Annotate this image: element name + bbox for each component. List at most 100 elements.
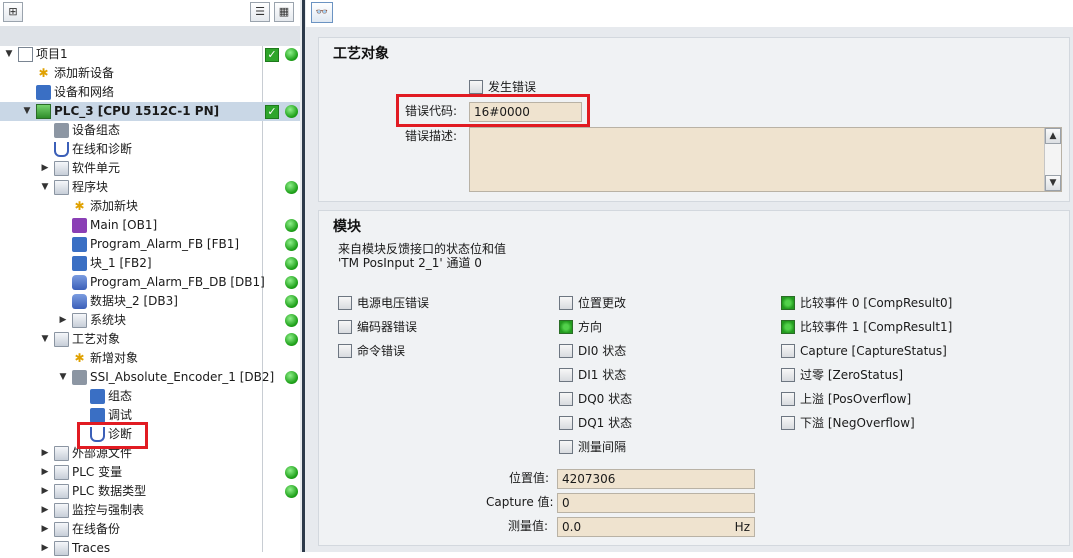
scroll-down-icon[interactable]: ▼ bbox=[1045, 175, 1061, 191]
tree-item[interactable]: ✱ 添加新块 bbox=[0, 197, 300, 216]
expand-arrow-icon[interactable]: ▶ bbox=[40, 504, 50, 516]
error-description-scrollbar[interactable]: ▲ ▼ bbox=[1044, 128, 1061, 191]
glasses-icon[interactable]: 👓 bbox=[311, 2, 333, 23]
status-label: 测量间隔 bbox=[578, 440, 627, 454]
tree-item[interactable]: 设备组态 bbox=[0, 121, 300, 140]
online-status-icon bbox=[285, 333, 298, 346]
tree-item[interactable]: ▶ PLC 数据类型 bbox=[0, 482, 300, 501]
tree-item[interactable]: Main [OB1] bbox=[0, 216, 300, 235]
expand-arrow-icon[interactable]: ▶ bbox=[40, 485, 50, 497]
status-label: 命令错误 bbox=[357, 344, 406, 358]
tree-item[interactable]: 调试 bbox=[0, 406, 300, 425]
status-label: 位置更改 bbox=[578, 296, 627, 310]
tree-item[interactable]: 在线和诊断 bbox=[0, 140, 300, 159]
scroll-up-icon[interactable]: ▲ bbox=[1045, 128, 1061, 144]
error-desc-label: 错误描述: bbox=[405, 129, 458, 143]
table-view-icon[interactable]: ▦ bbox=[274, 2, 294, 22]
tree-item-label: 块_1 [FB2] bbox=[90, 256, 152, 270]
tree-item[interactable]: ✱ 添加新设备 bbox=[0, 64, 300, 83]
expand-arrow-icon[interactable]: ▶ bbox=[40, 523, 50, 535]
tree-item[interactable]: ▼ 工艺对象 bbox=[0, 330, 300, 349]
folder-icon bbox=[54, 446, 69, 461]
tree-item[interactable]: ▼ PLC_3 [CPU 1512C-1 PN] ✓ bbox=[0, 102, 300, 121]
online-status-icon bbox=[285, 485, 298, 498]
measure-value-label: 测量值: bbox=[508, 519, 549, 533]
status-label: DI0 状态 bbox=[578, 344, 627, 358]
tree-item[interactable]: Program_Alarm_FB_DB [DB1] bbox=[0, 273, 300, 292]
project-view-icon[interactable]: ⊞ bbox=[3, 2, 23, 22]
expand-arrow-icon[interactable]: ▶ bbox=[40, 447, 50, 459]
tree-item-label: PLC 变量 bbox=[72, 465, 123, 479]
expand-arrow-icon[interactable]: ▶ bbox=[40, 162, 50, 174]
tree-item[interactable]: ▼ SSI_Absolute_Encoder_1 [DB2] bbox=[0, 368, 300, 387]
error-occurred-checkbox[interactable] bbox=[469, 80, 483, 94]
status-indicator bbox=[559, 368, 573, 382]
tree-item-label: Traces bbox=[72, 541, 111, 555]
plc-tags-icon bbox=[54, 465, 69, 480]
tree-item-label: Main [OB1] bbox=[90, 218, 158, 232]
tree-item[interactable]: ▼ 项目1 ✓ bbox=[0, 45, 300, 64]
tree-item[interactable]: 诊断 bbox=[0, 425, 300, 444]
status-label: 比较事件 1 [CompResult1] bbox=[800, 320, 953, 334]
tree-item[interactable]: 块_1 [FB2] bbox=[0, 254, 300, 273]
expand-arrow-icon[interactable]: ▶ bbox=[40, 542, 50, 554]
capture-value-field[interactable]: 0 bbox=[557, 493, 755, 513]
measure-value: 0.0 bbox=[562, 520, 582, 534]
error-description-field[interactable] bbox=[469, 127, 1062, 192]
project-icon bbox=[18, 47, 33, 62]
tree-item-label: PLC_3 [CPU 1512C-1 PN] bbox=[54, 104, 220, 118]
status-label: 编码器错误 bbox=[357, 320, 418, 334]
tree-item-label: 添加新块 bbox=[90, 199, 139, 213]
online-backup-icon bbox=[54, 522, 69, 537]
status-indicator bbox=[338, 320, 352, 334]
tree-item[interactable]: 设备和网络 bbox=[0, 83, 300, 102]
tree-item[interactable]: ▶ 外部源文件 bbox=[0, 444, 300, 463]
position-value-field[interactable]: 4207306 bbox=[557, 469, 755, 489]
online-status-icon bbox=[285, 105, 298, 118]
expand-arrow-icon[interactable]: ▶ bbox=[58, 314, 68, 326]
tree-item[interactable]: ▶ 系统块 bbox=[0, 311, 300, 330]
status-indicator bbox=[781, 416, 795, 430]
online-status-icon bbox=[285, 219, 298, 232]
error-code-highlight-box bbox=[396, 94, 590, 127]
status-label: 方向 bbox=[578, 320, 603, 334]
tree-item[interactable]: 组态 bbox=[0, 387, 300, 406]
tree-item-label: 程序块 bbox=[72, 180, 109, 194]
tree-item[interactable]: ▶ 在线备份 bbox=[0, 520, 300, 539]
tree-item-label: 系统块 bbox=[90, 313, 127, 327]
collapse-arrow-icon[interactable]: ▼ bbox=[22, 105, 32, 117]
tree-item[interactable]: ▼ 程序块 bbox=[0, 178, 300, 197]
status-indicator bbox=[559, 440, 573, 454]
tree-item[interactable]: ▶ Traces bbox=[0, 539, 300, 558]
tree-item-label: 组态 bbox=[108, 389, 133, 403]
online-status-icon bbox=[285, 371, 298, 384]
tree-item-label: 设备组态 bbox=[72, 123, 121, 137]
tree-item[interactable]: ✱ 新增对象 bbox=[0, 349, 300, 368]
error-occurred-label: 发生错误 bbox=[488, 80, 537, 94]
diagnostics-highlight-box bbox=[77, 422, 148, 449]
consistent-check-icon: ✓ bbox=[265, 48, 279, 62]
module-description: 来自模块反馈接口的状态位和值 bbox=[338, 242, 507, 256]
status-indicator bbox=[781, 392, 795, 406]
add-block-icon: ✱ bbox=[74, 199, 85, 213]
tree-item[interactable]: ▶ 软件单元 bbox=[0, 159, 300, 178]
expand-arrow-icon[interactable]: ▶ bbox=[40, 466, 50, 478]
measure-unit: Hz bbox=[734, 520, 750, 534]
tree-item-label: 数据块_2 [DB3] bbox=[90, 294, 178, 308]
status-indicator bbox=[781, 368, 795, 382]
folder-icon bbox=[54, 180, 69, 195]
collapse-arrow-icon[interactable]: ▼ bbox=[4, 48, 14, 60]
status-label: 电源电压错误 bbox=[357, 296, 430, 310]
collapse-arrow-icon[interactable]: ▼ bbox=[40, 333, 50, 345]
tree-item[interactable]: ▶ 监控与强制表 bbox=[0, 501, 300, 520]
collapse-arrow-icon[interactable]: ▼ bbox=[58, 371, 68, 383]
measure-value-field[interactable]: 0.0 Hz bbox=[557, 517, 755, 537]
list-view-icon[interactable]: ☰ bbox=[250, 2, 270, 22]
status-indicator bbox=[338, 344, 352, 358]
network-icon bbox=[36, 85, 51, 100]
consistent-check-icon: ✓ bbox=[265, 105, 279, 119]
collapse-arrow-icon[interactable]: ▼ bbox=[40, 181, 50, 193]
tree-item[interactable]: Program_Alarm_FB [FB1] bbox=[0, 235, 300, 254]
tree-item[interactable]: ▶ PLC 变量 bbox=[0, 463, 300, 482]
tree-item[interactable]: 数据块_2 [DB3] bbox=[0, 292, 300, 311]
